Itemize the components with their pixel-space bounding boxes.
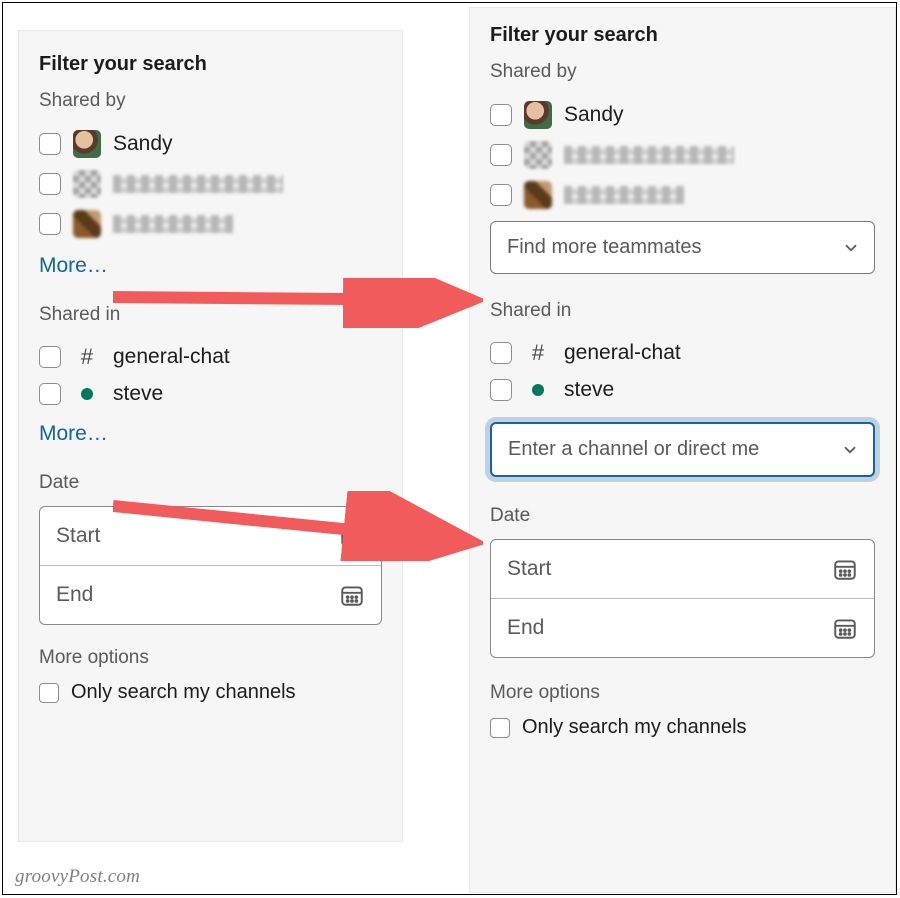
only-my-channels-row[interactable]: Only search my channels [39,681,382,704]
watermark: groovyPost.com [15,866,140,888]
checkbox[interactable] [39,383,61,405]
avatar [73,130,101,158]
more-options-label: More options [490,682,875,704]
date-start-label: Start [507,557,551,581]
avatar-redacted [524,181,552,209]
date-label: Date [490,505,875,527]
channel-row[interactable]: steve [39,376,382,412]
find-teammates-placeholder: Find more teammates [507,236,702,258]
date-range: Start End [490,539,875,658]
filter-panel-left: Filter your search Shared by Sandy More…… [18,30,403,842]
date-start-field[interactable]: Start [491,540,874,598]
shared-in-label: Shared in [39,304,382,326]
find-teammates-select[interactable]: Find more teammates [490,221,875,274]
checkbox[interactable] [39,213,61,235]
person-row[interactable] [39,164,382,204]
calendar-icon [339,582,365,608]
checkbox[interactable] [490,184,512,206]
more-options-label: More options [39,647,382,669]
calendar-icon [339,523,365,549]
filter-panel-right: Filter your search Shared by Sandy Find … [469,7,896,893]
checkbox[interactable] [490,718,510,738]
date-label: Date [39,472,382,494]
date-end-field[interactable]: End [491,598,874,657]
calendar-icon [832,556,858,582]
chevron-down-icon [841,441,859,459]
person-name: Sandy [564,103,624,127]
person-name: Sandy [113,132,173,156]
checkbox[interactable] [39,173,61,195]
person-name-redacted [113,215,233,233]
person-name-redacted [564,186,684,204]
channel-row[interactable]: # general-chat [490,334,875,372]
only-my-channels-label: Only search my channels [71,681,296,704]
only-my-channels-row[interactable]: Only search my channels [490,716,875,739]
person-row[interactable]: Sandy [490,95,875,135]
checkbox[interactable] [490,379,512,401]
calendar-icon [832,615,858,641]
dm-name: steve [564,378,614,402]
date-start-field[interactable]: Start [40,507,381,565]
person-name-redacted [113,175,283,193]
date-end-field[interactable]: End [40,565,381,624]
person-row[interactable] [490,175,875,215]
channel-row[interactable]: # general-chat [39,338,382,376]
checkbox[interactable] [490,342,512,364]
find-channel-placeholder: Enter a channel or direct me [508,438,759,460]
checkbox[interactable] [490,144,512,166]
shared-in-label: Shared in [490,300,875,322]
shared-by-label: Shared by [39,90,382,112]
only-my-channels-label: Only search my channels [522,716,747,739]
avatar-redacted [73,210,101,238]
hash-icon: # [73,344,101,370]
hash-icon: # [524,340,552,366]
date-start-label: Start [56,524,100,548]
more-channels-link[interactable]: More… [39,422,108,446]
channel-row[interactable]: steve [490,372,875,408]
checkbox[interactable] [39,133,61,155]
image-frame: Filter your search Shared by Sandy More…… [2,2,897,895]
person-name-redacted [564,146,734,164]
presence-active-icon [532,384,544,396]
find-channel-select[interactable]: Enter a channel or direct me [490,422,875,477]
checkbox[interactable] [39,683,59,703]
filter-title: Filter your search [490,24,875,47]
person-row[interactable]: Sandy [39,124,382,164]
avatar [524,101,552,129]
date-end-label: End [56,583,93,607]
presence-active-icon [81,388,93,400]
filter-title: Filter your search [39,53,382,76]
channel-name: general-chat [564,341,681,365]
date-end-label: End [507,616,544,640]
shared-by-label: Shared by [490,61,875,83]
checkbox[interactable] [490,104,512,126]
person-row[interactable] [39,204,382,244]
checkbox[interactable] [39,346,61,368]
more-people-link[interactable]: More… [39,254,108,278]
date-range: Start End [39,506,382,625]
person-row[interactable] [490,135,875,175]
channel-name: general-chat [113,345,230,369]
dm-name: steve [113,382,163,406]
chevron-down-icon [842,239,860,257]
avatar-redacted [73,170,101,198]
avatar-redacted [524,141,552,169]
